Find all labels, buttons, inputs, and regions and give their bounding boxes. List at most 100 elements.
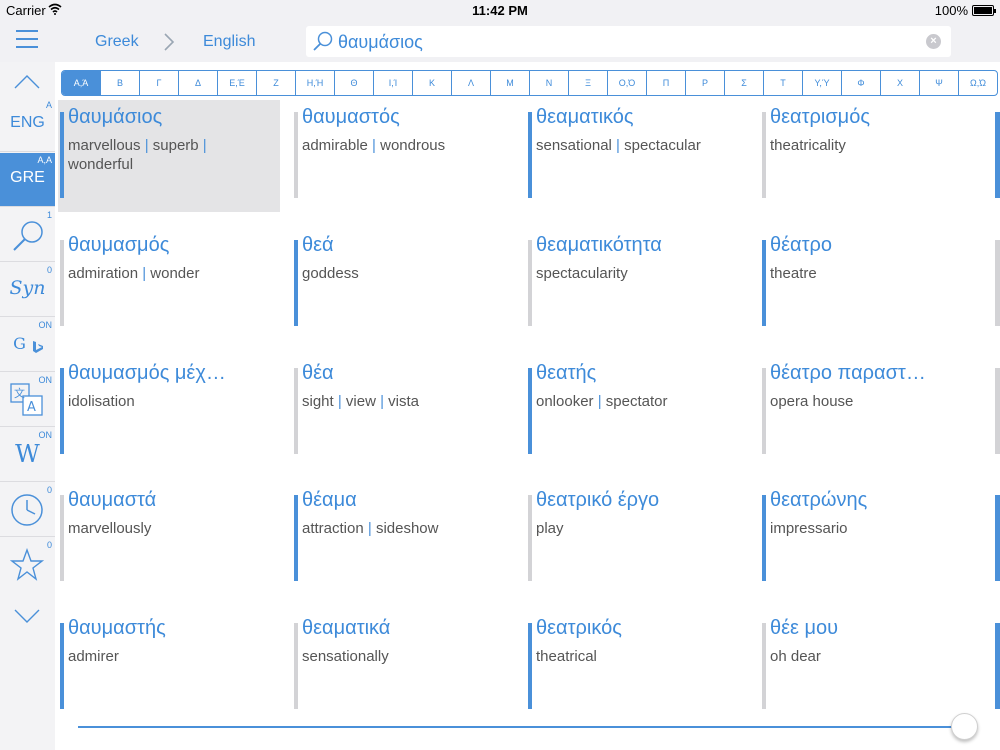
result-marker: [60, 495, 64, 581]
sidebar: A ENG A,A GRE 1 0 Syn ON G ON 文 A ON W 0…: [0, 62, 55, 750]
result-translations: attraction | sideshow: [302, 519, 507, 538]
alphabet-key[interactable]: Δ: [179, 71, 218, 95]
translation-text: sight: [302, 393, 334, 410]
result-translations: sensational | spectacular: [536, 136, 741, 155]
page-slider-track[interactable]: [78, 726, 958, 728]
result-word: θεαματικότητα: [536, 234, 662, 256]
result-word: θαυμασμός: [68, 234, 170, 256]
result-marker: [762, 240, 766, 326]
sidebar-item-wikipedia[interactable]: ON W: [0, 428, 55, 482]
star-icon: [10, 548, 44, 581]
alphabet-key[interactable]: Φ: [842, 71, 881, 95]
alphabet-key[interactable]: Ψ: [920, 71, 959, 95]
result-item[interactable]: θέατρο παραστ… opera house: [760, 356, 982, 468]
result-item[interactable]: θαυμάσιος marvellous | superb | wonderful: [58, 100, 280, 212]
sidebar-item-synonyms[interactable]: 0 Syn: [0, 263, 55, 317]
result-word: θεαματικός: [536, 106, 634, 128]
alphabet-index-bar: Α,Ά Β Γ Δ Ε,Έ Ζ Η,Ή Θ Ι,Ί Κ Λ Μ Ν Ξ Ο,Ό Π Ρ Σ Τ Υ,Ύ Φ Χ Ψ Ω,Ώ: [61, 70, 998, 96]
alphabet-key[interactable]: Α,Ά: [62, 71, 101, 95]
svg-text:A: A: [27, 400, 36, 415]
result-item[interactable]: θεαματικά sensationally: [292, 611, 514, 723]
alphabet-key[interactable]: Μ: [491, 71, 530, 95]
result-item[interactable]: θαυμασμός admiration | wonder: [58, 228, 280, 340]
result-word: θεατρώνης: [770, 489, 868, 511]
result-item[interactable]: θέαμα attraction | sideshow: [292, 483, 514, 595]
nav-bar: Greek English ×: [0, 22, 1000, 62]
separator: |: [363, 520, 376, 537]
result-translations: goddess: [302, 264, 507, 283]
sidebar-item-translate[interactable]: ON 文 A: [0, 373, 55, 427]
separator: |: [140, 137, 153, 154]
sidebar-item-search[interactable]: 1: [0, 208, 55, 262]
alphabet-key[interactable]: Τ: [764, 71, 803, 95]
sidebar-item-history[interactable]: 0: [0, 483, 55, 537]
alphabet-key[interactable]: Β: [101, 71, 140, 95]
alphabet-key[interactable]: Η,Ή: [296, 71, 335, 95]
result-item[interactable]: θεατρικός theatrical: [526, 611, 748, 723]
alphabet-key[interactable]: Π: [647, 71, 686, 95]
edge-marker: [995, 112, 1000, 198]
scroll-down-chevron-icon[interactable]: [14, 608, 40, 626]
translation-text: attraction: [302, 520, 364, 537]
result-item[interactable]: θεατρικό έργο play: [526, 483, 748, 595]
page-slider-thumb[interactable]: [951, 713, 978, 740]
result-item[interactable]: θαυμαστής admirer: [58, 611, 280, 723]
alphabet-key[interactable]: Ζ: [257, 71, 296, 95]
alphabet-key[interactable]: Ν: [530, 71, 569, 95]
result-marker: [60, 623, 64, 709]
scroll-up-chevron-icon[interactable]: [14, 72, 40, 90]
result-item[interactable]: θαυμαστός admirable | wondrous: [292, 100, 514, 212]
translation-text: spectator: [605, 393, 668, 410]
alphabet-key[interactable]: Κ: [413, 71, 452, 95]
result-item[interactable]: θαυμαστά marvellously: [58, 483, 280, 595]
alphabet-key[interactable]: Γ: [140, 71, 179, 95]
result-translations: admirable | wondrous: [302, 136, 507, 155]
sidebar-item-english[interactable]: A ENG: [0, 98, 55, 152]
alphabet-key[interactable]: Ρ: [686, 71, 725, 95]
result-word: θεατρικός: [536, 617, 622, 639]
alphabet-key[interactable]: Σ: [725, 71, 764, 95]
translation-text: admirable: [302, 137, 368, 154]
translation-text: wonder: [150, 265, 200, 282]
search-input[interactable]: [338, 29, 918, 55]
result-item[interactable]: θέατρο theatre: [760, 228, 982, 340]
result-marker: [528, 368, 532, 454]
sidebar-item-google-bing[interactable]: ON G: [0, 318, 55, 372]
menu-icon[interactable]: [16, 30, 38, 52]
target-language-button[interactable]: English: [203, 33, 255, 51]
result-item[interactable]: θεαματικότητα spectacularity: [526, 228, 748, 340]
result-word: θέα: [302, 362, 334, 384]
result-word: θέαμα: [302, 489, 357, 511]
alphabet-key[interactable]: Ξ: [569, 71, 608, 95]
translation-text: wondrous: [380, 137, 446, 154]
separator: |: [138, 265, 151, 282]
result-marker: [762, 495, 766, 581]
alphabet-key[interactable]: Θ: [335, 71, 374, 95]
swap-direction-chevron-icon[interactable]: [163, 32, 175, 52]
result-item[interactable]: θέα sight | view | vista: [292, 356, 514, 468]
result-item[interactable]: θεατρώνης impressario: [760, 483, 982, 595]
alphabet-key[interactable]: Λ: [452, 71, 491, 95]
translation-text: play: [536, 520, 564, 537]
clear-search-icon[interactable]: ×: [926, 34, 941, 49]
result-item[interactable]: θαυμασμός μέχ… idolisation: [58, 356, 280, 468]
alphabet-key[interactable]: Υ,Ύ: [803, 71, 842, 95]
alphabet-key[interactable]: Ο,Ό: [608, 71, 647, 95]
alphabet-key[interactable]: Ε,Έ: [218, 71, 257, 95]
result-item[interactable]: θεατής onlooker | spectator: [526, 356, 748, 468]
sidebar-item-greek[interactable]: A,A GRE: [0, 153, 55, 207]
alphabet-key[interactable]: Χ: [881, 71, 920, 95]
separator: |: [333, 393, 346, 410]
alphabet-key[interactable]: Ω,Ώ: [959, 71, 997, 95]
alphabet-key[interactable]: Ι,Ί: [374, 71, 413, 95]
result-item[interactable]: θεατρισμός theatricality: [760, 100, 982, 212]
translation-text: view: [345, 393, 376, 410]
search-field[interactable]: ×: [306, 26, 951, 57]
result-translations: idolisation: [68, 392, 273, 411]
translation-text: superb: [152, 137, 199, 154]
result-item[interactable]: θεά goddess: [292, 228, 514, 340]
result-item[interactable]: θεαματικός sensational | spectacular: [526, 100, 748, 212]
source-language-button[interactable]: Greek: [95, 33, 139, 51]
result-item[interactable]: θέε μου oh dear: [760, 611, 982, 723]
sidebar-item-favorites[interactable]: 0: [0, 538, 55, 592]
